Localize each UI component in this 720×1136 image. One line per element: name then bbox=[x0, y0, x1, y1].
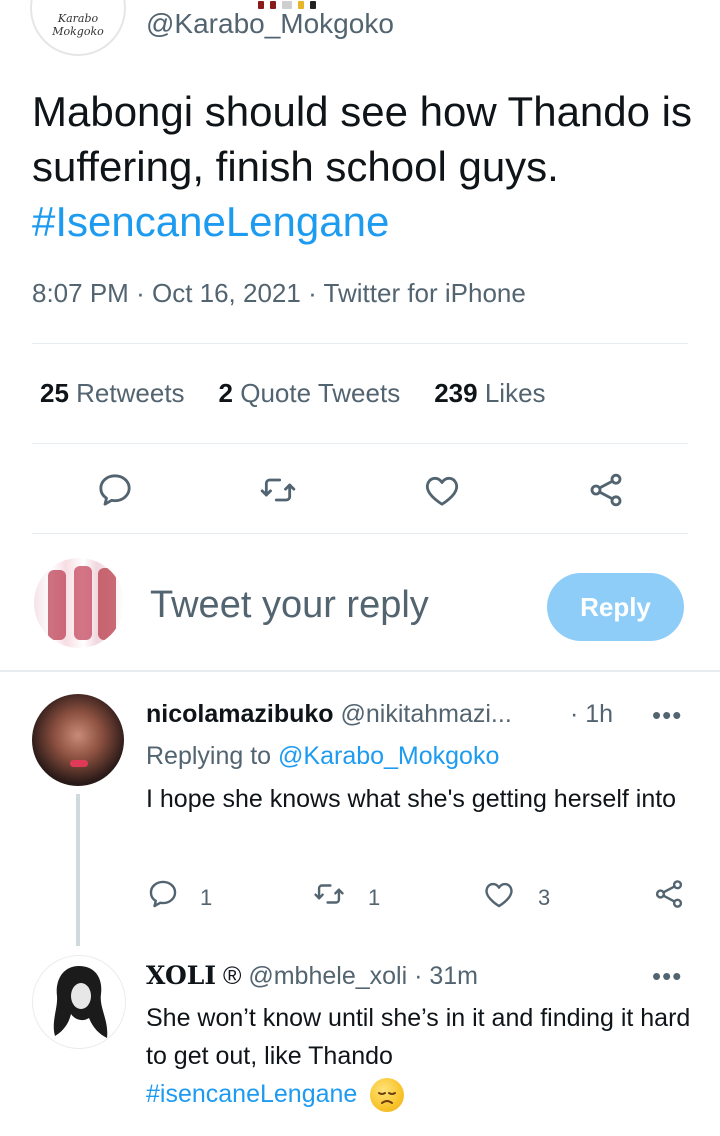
author-avatar[interactable]: Karabo Mokgoko bbox=[30, 0, 126, 56]
reply-time[interactable]: 1h bbox=[585, 700, 613, 728]
share-icon[interactable] bbox=[652, 877, 686, 911]
divider bbox=[32, 533, 688, 534]
reply-hashtag-link[interactable]: #isencaneLengane bbox=[146, 1080, 357, 1108]
retweet-count: 1 bbox=[368, 885, 381, 910]
divider bbox=[32, 443, 688, 444]
avatar-photo bbox=[53, 966, 108, 1038]
divider bbox=[32, 343, 688, 344]
reply-button[interactable]: Reply bbox=[547, 573, 684, 641]
meta-separator: · bbox=[136, 278, 145, 308]
reply-text: I hope she knows what she's getting hers… bbox=[146, 785, 677, 813]
reply-avatar[interactable] bbox=[32, 694, 124, 786]
retweet-icon[interactable] bbox=[258, 470, 298, 510]
reply-text: She won’t know until she’s in it and fin… bbox=[146, 999, 696, 1113]
disappointed-face-icon bbox=[370, 1078, 405, 1113]
tweet-source[interactable]: Twitter for iPhone bbox=[324, 278, 526, 308]
tweet-date[interactable]: Oct 16, 2021 bbox=[152, 278, 301, 308]
reply-count: 1 bbox=[200, 885, 213, 910]
thread-line bbox=[76, 794, 80, 946]
tweet-time[interactable]: 8:07 PM bbox=[32, 278, 129, 308]
replying-to-link[interactable]: @Karabo_Mokgoko bbox=[278, 742, 499, 770]
author-handle[interactable]: @Karabo_Mokgoko bbox=[146, 8, 394, 40]
likes-stat[interactable]: 239 Likes bbox=[434, 378, 545, 408]
retweet-icon[interactable] bbox=[312, 877, 346, 911]
replying-to-label: Replying to bbox=[146, 742, 272, 770]
tweet-hashtag-link[interactable]: #IsencaneLengane bbox=[32, 194, 692, 249]
section-divider bbox=[0, 670, 720, 672]
retweets-stat[interactable]: 25 Retweets bbox=[40, 378, 185, 408]
reply-icon[interactable] bbox=[146, 877, 180, 911]
reply-header: XOLI ® @mbhele_xoli · 31m bbox=[146, 961, 478, 991]
more-options-icon[interactable]: ••• bbox=[652, 700, 682, 731]
quote-tweets-stat[interactable]: 2 Quote Tweets bbox=[219, 378, 401, 408]
user-avatar[interactable] bbox=[34, 558, 124, 648]
tweet-meta: 8:07 PM · Oct 16, 2021 · Twitter for iPh… bbox=[32, 278, 526, 309]
tweet-text: Mabongi should see how Thando is sufferi… bbox=[32, 84, 692, 249]
time-separator: · bbox=[570, 700, 579, 728]
reply-time-wrap: · 1h bbox=[570, 700, 613, 729]
replying-to: Replying to @Karabo_Mokgoko bbox=[146, 742, 499, 771]
like-icon[interactable] bbox=[422, 470, 462, 510]
time-separator: · bbox=[414, 962, 423, 990]
reply-time[interactable]: 31m bbox=[429, 962, 478, 990]
reply-author-name[interactable]: nicolamazibuko bbox=[146, 700, 334, 728]
like-count: 3 bbox=[538, 885, 551, 910]
like-icon[interactable] bbox=[482, 877, 516, 911]
reply-author-name[interactable]: XOLI bbox=[146, 961, 216, 990]
reply-author-handle[interactable]: @mbhele_xoli bbox=[248, 962, 407, 990]
reply-avatar[interactable] bbox=[32, 955, 126, 1049]
engagement-stats: 25 Retweets 2 Quote Tweets 239 Likes bbox=[40, 378, 546, 409]
reply-author-handle[interactable]: @nikitahmazi... bbox=[341, 700, 512, 728]
meta-separator: · bbox=[308, 278, 317, 308]
name-badge: ® bbox=[222, 962, 242, 990]
reply-body: She won’t know until she’s in it and fin… bbox=[146, 1004, 691, 1070]
share-icon[interactable] bbox=[586, 470, 626, 510]
avatar-signature: Karabo Mokgoko bbox=[52, 12, 104, 38]
more-options-icon[interactable]: ••• bbox=[652, 961, 682, 992]
tweet-body: Mabongi should see how Thando is sufferi… bbox=[32, 88, 693, 190]
reply-icon[interactable] bbox=[95, 470, 135, 510]
reply-header: nicolamazibuko @nikitahmazi... bbox=[146, 700, 512, 729]
reply-input[interactable]: Tweet your reply bbox=[150, 584, 429, 627]
